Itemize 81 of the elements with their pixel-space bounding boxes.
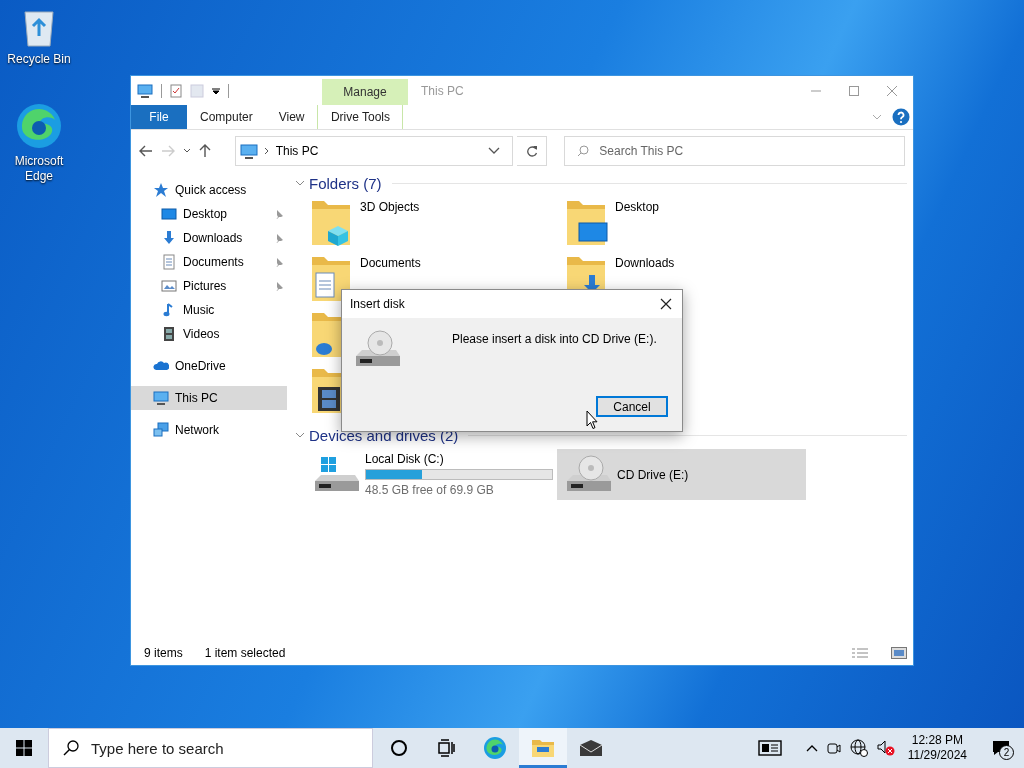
folder-name[interactable]: Documents <box>360 256 421 271</box>
computer-icon <box>153 390 169 406</box>
refresh-icon <box>525 145 538 157</box>
close-icon <box>887 85 897 96</box>
computer-icon <box>239 143 258 159</box>
ribbon-tab[interactable]: View <box>265 105 318 129</box>
refresh-button[interactable] <box>517 136 548 166</box>
large-icons-view-icon <box>891 646 907 659</box>
close-icon <box>660 298 672 310</box>
properties-icon <box>170 83 182 98</box>
edge-icon <box>15 102 63 150</box>
chevron-down-icon <box>872 112 882 122</box>
clock-date[interactable]: 11/29/2024 <box>907 748 967 763</box>
sidebar-item[interactable]: Videos <box>131 322 287 346</box>
document-icon <box>161 254 177 270</box>
cursor-icon <box>586 410 598 430</box>
maximize-icon <box>849 85 859 96</box>
drive-name: Local Disk (C:) <box>365 452 445 466</box>
windows-logo-icon <box>16 740 32 756</box>
desktop-icon-label[interactable]: Microsoft Edge <box>4 154 74 184</box>
cancel-button[interactable]: Cancel <box>596 396 668 417</box>
meet-icon <box>826 740 841 756</box>
forward-arrow-icon <box>161 145 175 157</box>
group-header[interactable]: Folders (7) <box>309 174 382 192</box>
drive-name: CD Drive (E:) <box>617 467 689 482</box>
sidebar-item[interactable]: Network <box>131 418 287 442</box>
sidebar-item[interactable]: Documents <box>131 250 287 274</box>
search-icon <box>577 145 590 157</box>
sidebar-item[interactable]: This PC <box>131 386 287 410</box>
dropdown-icon <box>183 148 191 154</box>
sidebar-item[interactable]: Downloads <box>131 226 287 250</box>
download-icon <box>161 230 177 246</box>
address-bar[interactable]: This PC <box>234 136 514 166</box>
dropdown-icon <box>212 86 220 95</box>
search-field[interactable]: Search This PC <box>564 136 905 166</box>
clock-time[interactable]: 12:28 PM <box>911 733 964 748</box>
up-arrow-icon <box>199 144 211 158</box>
dropdown-icon <box>488 147 501 155</box>
selection-count: 1 item selected <box>204 645 286 660</box>
folder-icon <box>531 738 555 758</box>
contextual-tab-header: Manage <box>322 79 408 105</box>
sidebar-item[interactable]: OneDrive <box>131 354 287 378</box>
folder-name[interactable]: 3D Objects <box>360 200 420 215</box>
picture-icon <box>161 278 177 294</box>
folder-name[interactable]: Downloads <box>615 256 675 271</box>
news-icon <box>757 740 782 756</box>
ribbon-tab[interactable]: Drive Tools <box>317 105 404 129</box>
computer-icon <box>137 83 153 98</box>
details-view-icon <box>851 646 869 659</box>
chevron-right-icon <box>263 147 270 155</box>
help-icon <box>892 108 910 126</box>
sidebar-item[interactable]: Music <box>131 298 287 322</box>
network-icon <box>153 422 169 438</box>
back-arrow-icon <box>139 145 153 157</box>
ribbon-tab[interactable]: Computer <box>187 105 266 129</box>
dialog-title: Insert disk <box>350 297 405 311</box>
sidebar-item[interactable]: Quick access <box>131 178 287 202</box>
dialog-message: Please insert a disk into CD Drive (E:). <box>452 331 658 348</box>
film-icon <box>161 326 177 342</box>
chevron-up-icon <box>805 744 818 752</box>
item-count: 9 items <box>144 645 183 660</box>
free-space-text: 48.5 GB free of 69.9 GB <box>365 483 495 497</box>
folder-name[interactable]: Desktop <box>615 200 660 215</box>
edge-icon <box>483 736 507 760</box>
window-title: This PC <box>420 82 465 100</box>
star-icon <box>153 182 169 198</box>
ribbon-tab[interactable]: File <box>131 105 187 129</box>
drive-tile[interactable]: Local Disk (C:) 48.5 GB free of 69.9 GB <box>305 449 554 500</box>
desktop-icon <box>161 206 177 222</box>
desktop-icon-label[interactable]: Recycle Bin <box>4 52 74 67</box>
sidebar-item[interactable]: Pictures <box>131 274 287 298</box>
envelope-icon <box>579 739 603 757</box>
sidebar-item[interactable]: Desktop <box>131 202 287 226</box>
notification-button[interactable]: 2 <box>986 733 1016 763</box>
circle-icon <box>390 739 408 757</box>
task-view-icon <box>438 739 456 757</box>
globe-icon <box>849 739 868 757</box>
drive-tile[interactable]: CD Drive (E:) <box>557 449 806 500</box>
speaker-muted-icon <box>876 739 895 757</box>
search-icon <box>63 740 79 756</box>
taskbar-search-field[interactable]: Type here to search <box>48 728 373 768</box>
